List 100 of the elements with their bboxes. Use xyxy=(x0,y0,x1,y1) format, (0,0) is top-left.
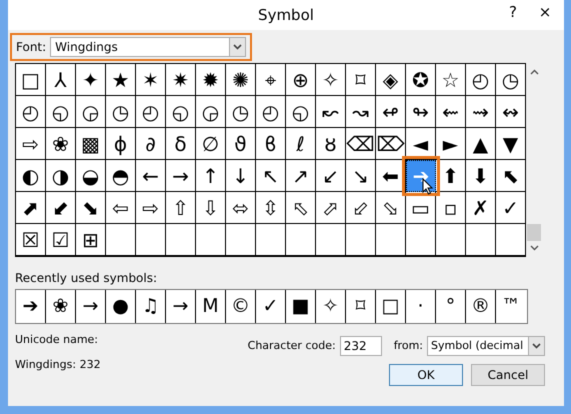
empty-cell[interactable] xyxy=(346,224,376,256)
symbol-cell[interactable]: ◒ xyxy=(76,160,106,192)
symbol-cell[interactable]: ⬊ xyxy=(76,192,106,224)
symbol-cell[interactable]: ✺ xyxy=(226,64,256,96)
symbol-cell[interactable]: ☆ xyxy=(436,64,466,96)
symbol-cell[interactable]: ⇨ xyxy=(136,192,166,224)
close-button[interactable]: × xyxy=(530,0,560,24)
symbol-cell[interactable]: ◵ xyxy=(286,96,316,128)
font-dropdown[interactable]: Wingdings xyxy=(50,37,246,57)
symbol-cell[interactable]: δ xyxy=(166,128,196,160)
symbol-cell[interactable]: ϑ xyxy=(226,128,256,160)
symbol-cell[interactable]: ▩ xyxy=(76,128,106,160)
empty-cell[interactable] xyxy=(376,224,406,256)
symbol-cell[interactable]: ∂ xyxy=(136,128,166,160)
symbol-cell[interactable]: ⇦ xyxy=(106,192,136,224)
character-code-field[interactable]: 232 xyxy=(340,336,382,356)
symbol-cell[interactable]: ȣ xyxy=(316,128,346,160)
symbol-cell[interactable]: ⌖ xyxy=(256,64,286,96)
empty-cell[interactable] xyxy=(256,224,286,256)
symbol-cell[interactable]: ☒ xyxy=(16,224,46,256)
symbol-cell[interactable]: ☑ xyxy=(46,224,76,256)
symbol-cell[interactable]: ◑ xyxy=(46,160,76,192)
symbol-cell[interactable]: ⇨ xyxy=(16,128,46,160)
symbol-cell[interactable]: ∅ xyxy=(196,128,226,160)
symbol-cell[interactable]: ↜ xyxy=(316,96,346,128)
symbol-cell[interactable]: ◈ xyxy=(376,64,406,96)
symbol-cell[interactable]: ✷ xyxy=(166,64,196,96)
symbol-cell[interactable]: ✗ xyxy=(466,192,496,224)
symbol-cell[interactable]: ⇳ xyxy=(256,192,286,224)
symbol-cell[interactable]: ↝ xyxy=(346,96,376,128)
symbol-cell[interactable]: ◴ xyxy=(256,96,286,128)
symbol-cell[interactable]: ▭ xyxy=(406,192,436,224)
scroll-down-icon[interactable] xyxy=(530,245,538,251)
empty-cell[interactable] xyxy=(286,224,316,256)
symbol-cell[interactable]: ⌫ xyxy=(346,128,376,160)
symbol-cell[interactable]: ⬁ xyxy=(286,192,316,224)
symbol-cell[interactable]: ⊕ xyxy=(286,64,316,96)
symbol-cell[interactable]: ◵ xyxy=(166,96,196,128)
symbol-cell[interactable]: ↓ xyxy=(226,160,256,192)
symbol-cell[interactable]: ⇧ xyxy=(166,192,196,224)
symbol-cell[interactable]: ⅄ xyxy=(46,64,76,96)
symbol-cell[interactable]: ⇜ xyxy=(436,96,466,128)
symbol-cell[interactable]: ✶ xyxy=(136,64,166,96)
empty-cell[interactable] xyxy=(106,224,136,256)
dialog-button[interactable]: OK xyxy=(389,364,463,386)
recent-symbol[interactable]: ™ xyxy=(496,290,526,323)
symbol-cell[interactable]: ℓ xyxy=(286,128,316,160)
symbol-cell[interactable]: ◴ xyxy=(16,96,46,128)
symbol-cell[interactable]: ϕ xyxy=(106,128,136,160)
symbol-cell[interactable]: → xyxy=(166,160,196,192)
symbol-cell[interactable]: ⌑ xyxy=(346,64,376,96)
symbol-cell[interactable]: ◴ xyxy=(466,64,496,96)
empty-cell[interactable] xyxy=(316,224,346,256)
symbol-cell[interactable]: ↖ xyxy=(256,160,286,192)
symbol-cell[interactable]: ↙ xyxy=(316,160,346,192)
symbol-cell[interactable]: ◓ xyxy=(106,160,136,192)
symbol-cell[interactable]: ⇩ xyxy=(196,192,226,224)
scroll-up-icon[interactable] xyxy=(530,69,538,75)
empty-cell[interactable] xyxy=(466,224,496,256)
symbol-cell[interactable]: ↫ xyxy=(376,96,406,128)
symbol-cell[interactable]: ϐ xyxy=(256,128,286,160)
symbol-cell[interactable]: ✧ xyxy=(316,64,346,96)
symbol-cell[interactable]: ◐ xyxy=(16,160,46,192)
symbol-cell[interactable]: ⇝ xyxy=(466,96,496,128)
symbol-cell[interactable]: ↘ xyxy=(346,160,376,192)
symbol-cell[interactable]: ⬄ xyxy=(226,192,256,224)
symbol-cell[interactable]: ▲ xyxy=(466,128,496,160)
symbol-cell[interactable]: ⬈ xyxy=(16,192,46,224)
symbol-cell[interactable]: ⬂ xyxy=(376,192,406,224)
symbol-cell[interactable]: ⬃ xyxy=(346,192,376,224)
symbol-cell[interactable]: ◷ xyxy=(106,96,136,128)
symbol-cell[interactable]: ◴ xyxy=(136,96,166,128)
symbol-cell[interactable]: ⬆ xyxy=(436,160,466,192)
empty-cell[interactable] xyxy=(406,224,436,256)
symbol-cell[interactable]: ✹ xyxy=(196,64,226,96)
symbol-cell[interactable]: ⊞ xyxy=(76,224,106,256)
empty-cell[interactable] xyxy=(136,224,166,256)
symbol-cell[interactable]: ↬ xyxy=(406,96,436,128)
symbol-cell[interactable]: ↗ xyxy=(286,160,316,192)
empty-cell[interactable] xyxy=(196,224,226,256)
scrollbar-thumb[interactable] xyxy=(527,224,541,241)
symbol-cell[interactable]: □ xyxy=(16,64,46,96)
symbol-cell[interactable]: ★ xyxy=(106,64,136,96)
symbol-cell[interactable]: ← xyxy=(136,160,166,192)
empty-cell[interactable] xyxy=(226,224,256,256)
empty-cell[interactable] xyxy=(166,224,196,256)
symbol-cell[interactable]: ⬇ xyxy=(466,160,496,192)
symbol-cell[interactable]: ▫ xyxy=(436,192,466,224)
symbol-cell[interactable]: ⬀ xyxy=(316,192,346,224)
symbol-cell[interactable]: ⬋ xyxy=(46,192,76,224)
dialog-button[interactable]: Cancel xyxy=(471,364,545,386)
symbol-cell[interactable]: ❀ xyxy=(46,128,76,160)
symbol-cell[interactable]: ◵ xyxy=(46,96,76,128)
empty-cell[interactable] xyxy=(436,224,466,256)
symbol-cell[interactable]: ↑ xyxy=(196,160,226,192)
symbol-cell[interactable]: ✦ xyxy=(76,64,106,96)
help-button[interactable]: ? xyxy=(498,0,528,24)
symbol-cell[interactable]: ◷ xyxy=(226,96,256,128)
from-dropdown[interactable]: Symbol (decimal xyxy=(427,336,545,356)
symbol-cell[interactable]: ✪ xyxy=(406,64,436,96)
